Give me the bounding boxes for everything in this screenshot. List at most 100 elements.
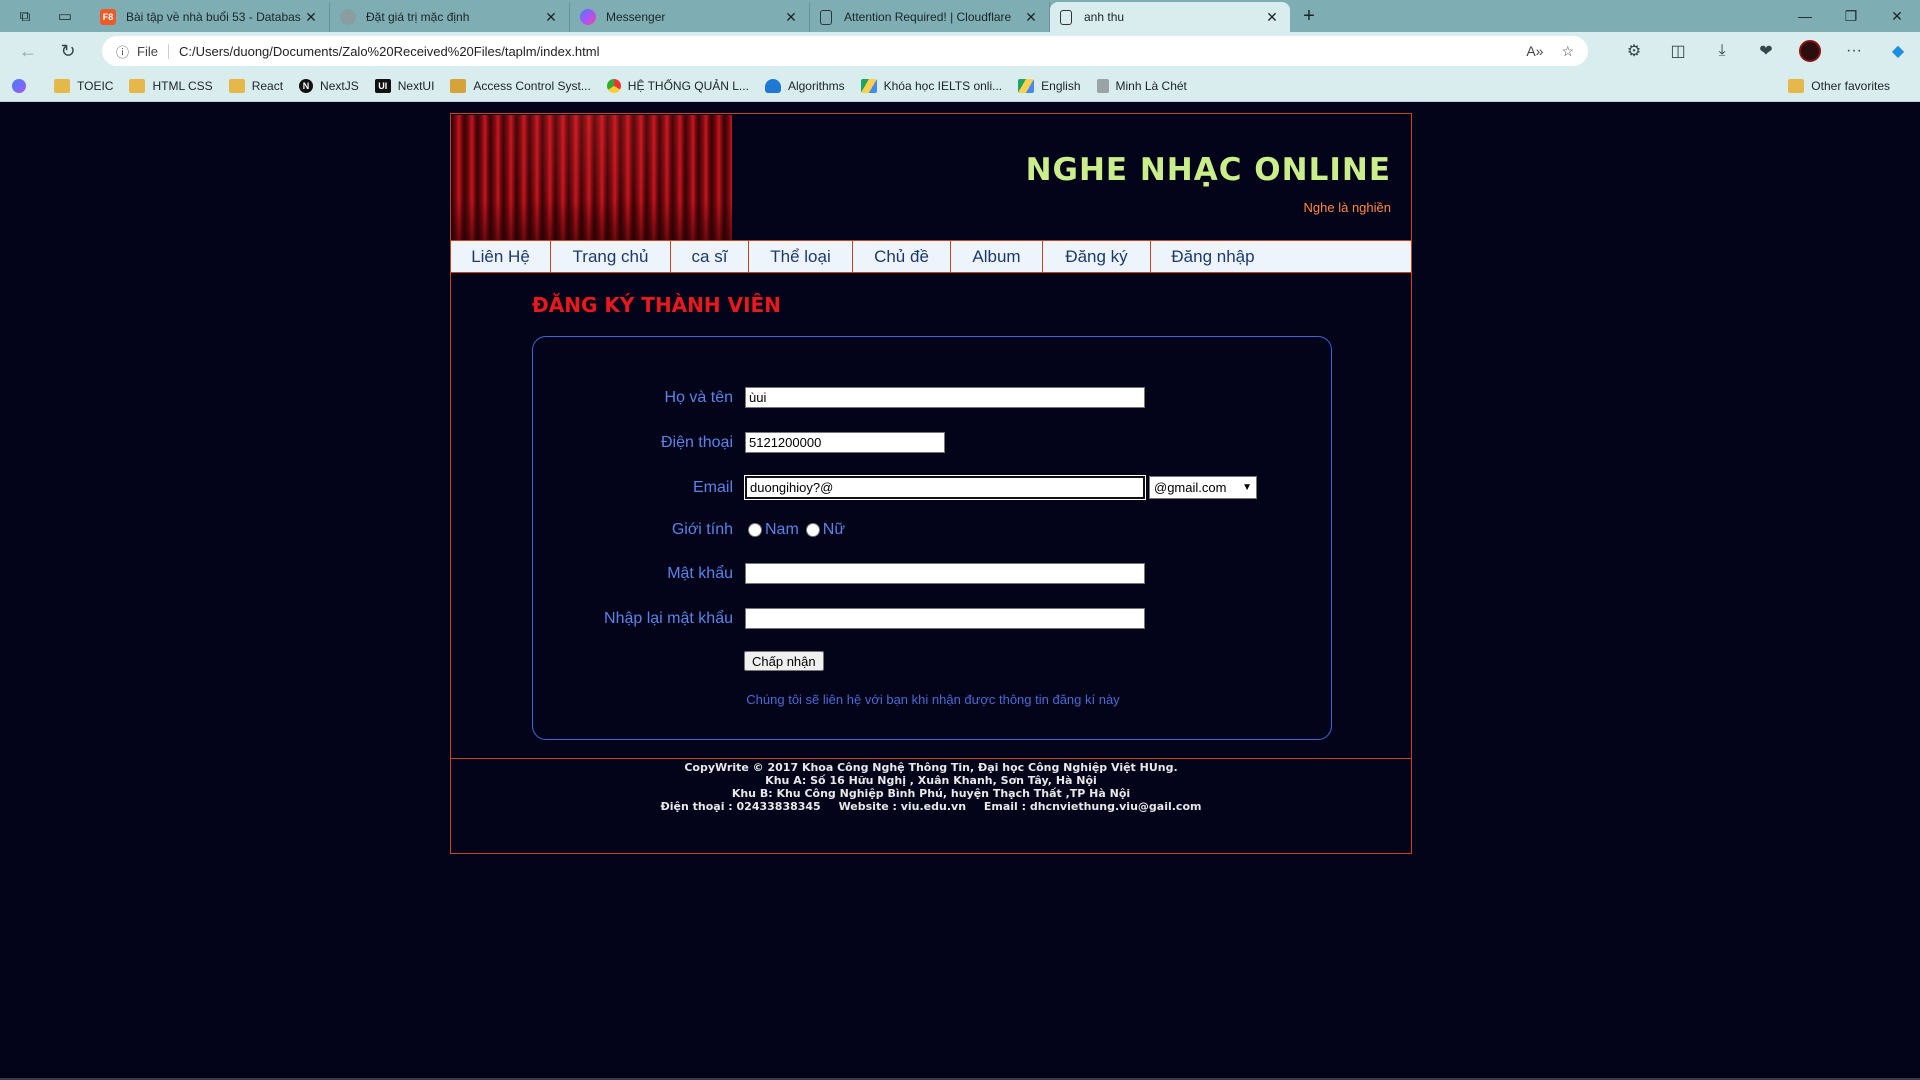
close-icon[interactable]: ✕ [783, 9, 799, 26]
drive-icon [860, 78, 877, 93]
password-input[interactable] [745, 563, 1145, 584]
browser-tab[interactable]: F8 Bài tập về nhà buổi 53 - Databas ✕ [90, 2, 330, 32]
bookmark-item[interactable]: English [1018, 78, 1081, 93]
fullname-input[interactable] [745, 387, 1145, 408]
bookmark-item[interactable]: React [228, 78, 283, 93]
info-icon[interactable]: ⓘ [116, 42, 129, 61]
fullname-row: Họ và tên [533, 387, 1145, 408]
bookmark-item[interactable] [12, 78, 38, 93]
bookmark-item[interactable]: Access Control Syst... [450, 78, 591, 93]
site-banner: NGHE NHẠC ONLINE Nghe là nghiền [451, 114, 1411, 241]
more-options-icon[interactable]: ··· [1832, 42, 1876, 60]
submit-button[interactable]: Chấp nhận [744, 651, 824, 671]
menu-item-singers[interactable]: ca sĩ [671, 241, 749, 272]
folder-icon [228, 78, 245, 93]
tab-actions-icon[interactable]: ▭ [50, 1, 80, 31]
performance-icon[interactable]: ❤ [1744, 41, 1788, 61]
f8-icon: F8 [100, 9, 116, 25]
browser-tab[interactable]: Messenger ✕ [570, 2, 810, 32]
email-label: Email [692, 478, 733, 496]
gender-female-radio[interactable] [805, 523, 820, 537]
gender-female-label: Nữ [822, 521, 846, 538]
menu-item-login[interactable]: Đăng nhập [1151, 241, 1275, 272]
url-field[interactable]: ⓘ File C:/Users/duong/Documents/Zalo%20R… [102, 36, 1588, 66]
folder-icon [54, 78, 70, 93]
download-icon[interactable]: ⤓ [1700, 42, 1744, 60]
phone-row: Điện thoại [533, 432, 945, 453]
footer-address-a: Khu A: Số 16 Hữu Nghị , Xuân Khanh, Sơn … [765, 774, 1097, 787]
close-icon[interactable]: ✕ [1264, 9, 1280, 26]
menu-item-contact[interactable]: Liên Hệ [451, 241, 551, 272]
workspaces-icon[interactable]: ⧉ [10, 1, 40, 31]
bookmark-label: Access Control Syst... [473, 78, 591, 93]
restore-icon[interactable]: ❐ [1828, 0, 1874, 32]
footer-email[interactable]: Email : dhcnviethung.viu@gail.com [984, 800, 1202, 813]
other-favorites[interactable]: Other favorites [1788, 70, 1890, 102]
site-footer: CopyWrite © 2017 Khoa Công Nghệ Thông Ti… [451, 761, 1411, 813]
tab-label: anh thu [1084, 10, 1125, 24]
menu-item-topics[interactable]: Chủ đề [853, 241, 951, 272]
nextjs-icon: N [299, 78, 314, 93]
bookmark-label: Algorithms [787, 78, 845, 93]
footer-copyright: CopyWrite © 2017 Khoa Công Nghệ Thông Ti… [684, 761, 1178, 774]
menu-item-genres[interactable]: Thể loại [749, 241, 853, 272]
gender-row: Giới tính Nam Nữ [533, 521, 849, 539]
email-domain-select[interactable]: @gmail.com ▼ [1149, 476, 1257, 499]
profile-avatar[interactable] [1799, 40, 1821, 62]
minimize-icon[interactable]: — [1782, 0, 1828, 32]
close-icon[interactable]: ✕ [543, 9, 559, 26]
close-icon[interactable]: ✕ [1023, 9, 1039, 26]
menu-item-album[interactable]: Album [951, 241, 1043, 272]
bookmark-item[interactable]: N NextJS [299, 78, 359, 93]
menu-item-home[interactable]: Trang chủ [551, 241, 671, 272]
bookmark-item[interactable]: Minh Là Chét [1096, 78, 1187, 93]
gender-male-radio[interactable] [748, 523, 762, 537]
messenger-icon [580, 9, 596, 25]
split-screen-icon[interactable]: ◫ [1656, 41, 1700, 61]
confirm-password-input[interactable] [745, 608, 1145, 629]
bookmark-label: Other favorites [1811, 79, 1890, 93]
bookmark-item[interactable]: HỆ THỐNG QUẢN L... [606, 78, 749, 93]
bookmark-label: NextJS [320, 78, 359, 93]
new-tab-icon[interactable]: + [1294, 5, 1324, 28]
password-label: Mật khẩu [667, 564, 733, 582]
footer-phone: Điện thoại : 02433838345 [660, 800, 821, 813]
back-icon[interactable]: ← [8, 32, 48, 70]
gender-male-label: Nam [765, 521, 799, 538]
browser-tab[interactable]: Attention Required! | Cloudflare ✕ [810, 2, 1050, 32]
bookmark-label: Minh Là Chét [1115, 78, 1187, 93]
url-text[interactable]: C:/Users/duong/Documents/Zalo%20Received… [179, 44, 600, 59]
password-row: Mật khẩu [533, 563, 1145, 584]
menu-item-register[interactable]: Đăng ký [1043, 241, 1151, 272]
close-icon[interactable]: ✕ [303, 9, 319, 26]
tab-bar: ⧉ ▭ F8 Bài tập về nhà buổi 53 - Databas … [0, 0, 1920, 32]
footer-website[interactable]: Website : viu.edu.vn [839, 800, 966, 813]
bookmark-item[interactable]: Algorithms [764, 78, 845, 93]
browser-tab-active[interactable]: anh thu ✕ [1050, 2, 1290, 32]
chevron-down-icon: ▼ [1242, 482, 1252, 493]
bookmark-item[interactable]: TOEIC [54, 78, 113, 93]
phone-label: Điện thoại [660, 433, 733, 451]
window-controls: — ❐ ✕ [1782, 0, 1920, 32]
reload-icon[interactable]: ↻ [48, 32, 88, 70]
chrome-icon [606, 78, 621, 93]
close-window-icon[interactable]: ✕ [1874, 0, 1920, 32]
bookmark-label: NextUI [397, 78, 435, 93]
copilot-icon[interactable]: ◆ [1876, 41, 1920, 61]
bookmark-item[interactable]: HTML CSS [129, 78, 213, 93]
browser-tab[interactable]: Đặt giá trị mặc định ✕ [330, 2, 570, 32]
confirm-password-row: Nhập lại mật khẩu [533, 608, 1145, 629]
tab-label: Attention Required! | Cloudflare [844, 10, 1012, 24]
read-aloud-icon[interactable]: A» [1526, 43, 1543, 60]
fullname-label: Họ và tên [664, 388, 733, 406]
folder-icon [1788, 79, 1805, 93]
bookmark-item[interactable]: Khóa học IELTS onli... [860, 78, 1002, 93]
cloud-icon [764, 78, 781, 93]
gender-label: Giới tính [671, 521, 733, 538]
document-icon [820, 9, 832, 25]
phone-input[interactable] [745, 432, 945, 453]
extensions-icon[interactable]: ⚙ [1612, 41, 1656, 61]
email-input[interactable] [744, 475, 1146, 500]
favorite-star-icon[interactable]: ☆ [1561, 43, 1574, 60]
bookmark-item[interactable]: UI NextUI [374, 78, 435, 93]
